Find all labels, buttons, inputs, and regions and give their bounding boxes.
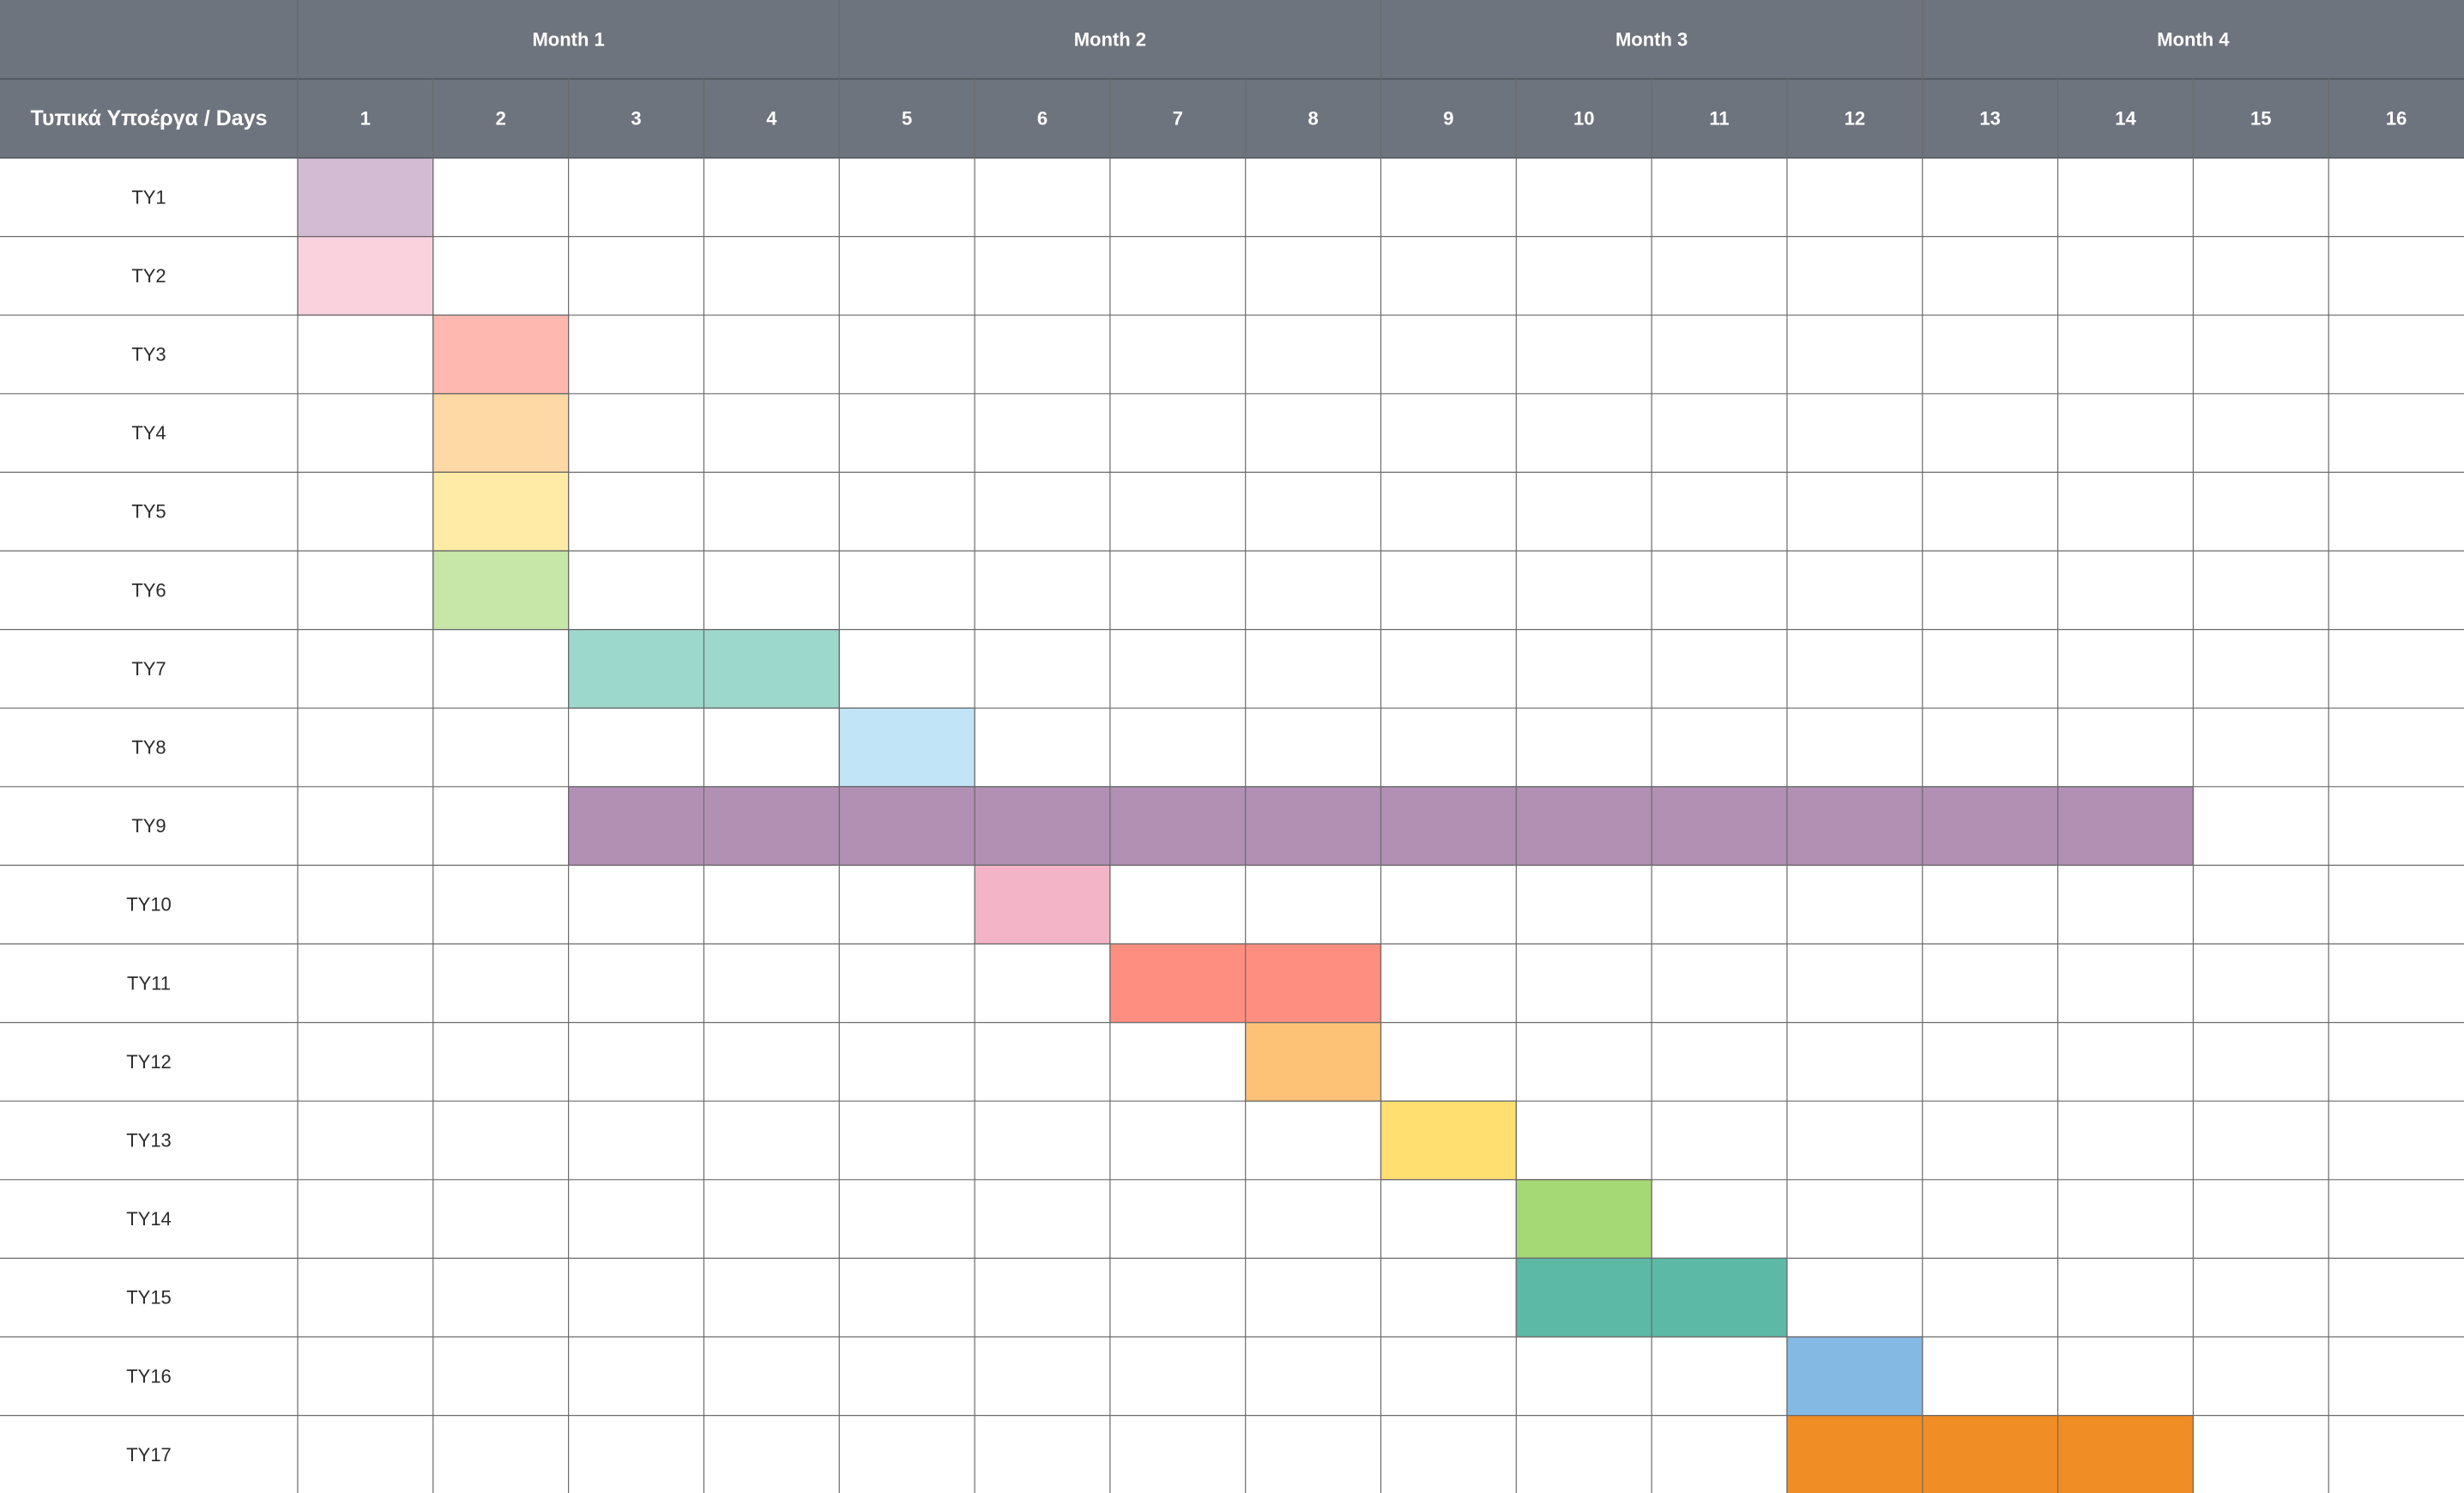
task-bar-ty5[interactable] xyxy=(432,471,570,552)
task-label-ty17: TY17 xyxy=(126,1444,172,1466)
gantt-chart: Τυπικά Υποέργα / Days Month 1 Month 2 Month… xyxy=(0,0,2464,1493)
day-label-15: 15 xyxy=(2250,108,2271,130)
task-bar-ty12[interactable] xyxy=(1245,1021,1382,1102)
task-label-ty3: TY3 xyxy=(131,344,166,366)
corner-label: Τυπικά Υποέργα / Days xyxy=(30,106,267,130)
task-bar-ty2[interactable] xyxy=(297,236,434,316)
task-bar-ty14[interactable] xyxy=(1515,1179,1652,1260)
day-label-9: 9 xyxy=(1443,108,1453,130)
month-label-4: Month 4 xyxy=(2157,29,2230,51)
task-bar-ty4[interactable] xyxy=(432,393,570,473)
day-label-5: 5 xyxy=(902,108,912,130)
task-bar-ty17[interactable] xyxy=(1786,1414,2194,1493)
task-label-ty9: TY9 xyxy=(131,815,166,837)
task-label-ty5: TY5 xyxy=(131,501,166,523)
task-label-ty12: TY12 xyxy=(126,1051,172,1073)
task-bar-ty3[interactable] xyxy=(432,314,570,395)
day-label-8: 8 xyxy=(1307,108,1318,130)
day-label-1: 1 xyxy=(360,108,371,130)
task-bar-ty16[interactable] xyxy=(1786,1336,1923,1417)
day-label-12: 12 xyxy=(1845,108,1865,130)
task-label-ty6: TY6 xyxy=(131,579,166,601)
day-label-13: 13 xyxy=(1979,108,2000,130)
day-label-16: 16 xyxy=(2386,108,2407,130)
day-label-2: 2 xyxy=(496,108,506,130)
month-label-3: Month 3 xyxy=(1615,29,1688,51)
task-bar-ty13[interactable] xyxy=(1380,1100,1517,1181)
task-bar-ty6[interactable] xyxy=(432,550,570,631)
task-label-ty4: TY4 xyxy=(131,422,166,444)
day-label-7: 7 xyxy=(1173,108,1183,130)
day-label-4: 4 xyxy=(766,108,777,130)
task-bar-ty8[interactable] xyxy=(838,707,975,788)
task-label-ty8: TY8 xyxy=(131,737,166,759)
task-label-ty10: TY10 xyxy=(126,894,172,916)
task-label-ty13: TY13 xyxy=(126,1130,172,1151)
day-label-10: 10 xyxy=(1573,108,1594,130)
task-bar-ty1[interactable] xyxy=(297,157,434,238)
day-label-11: 11 xyxy=(1709,108,1729,130)
task-label-ty11: TY11 xyxy=(127,972,171,994)
task-label-ty1: TY1 xyxy=(131,186,166,208)
task-bar-ty10[interactable] xyxy=(974,864,1111,945)
month-label-2: Month 2 xyxy=(1074,29,1146,51)
task-label-ty16: TY16 xyxy=(126,1365,172,1387)
task-label-ty14: TY14 xyxy=(126,1208,172,1230)
day-label-14: 14 xyxy=(2115,108,2136,130)
task-label-ty7: TY7 xyxy=(131,658,166,680)
task-label-ty2: TY2 xyxy=(131,265,166,287)
month-label-1: Month 1 xyxy=(532,29,604,51)
day-label-6: 6 xyxy=(1037,108,1048,130)
day-label-3: 3 xyxy=(631,108,641,130)
task-label-ty15: TY15 xyxy=(126,1287,172,1309)
